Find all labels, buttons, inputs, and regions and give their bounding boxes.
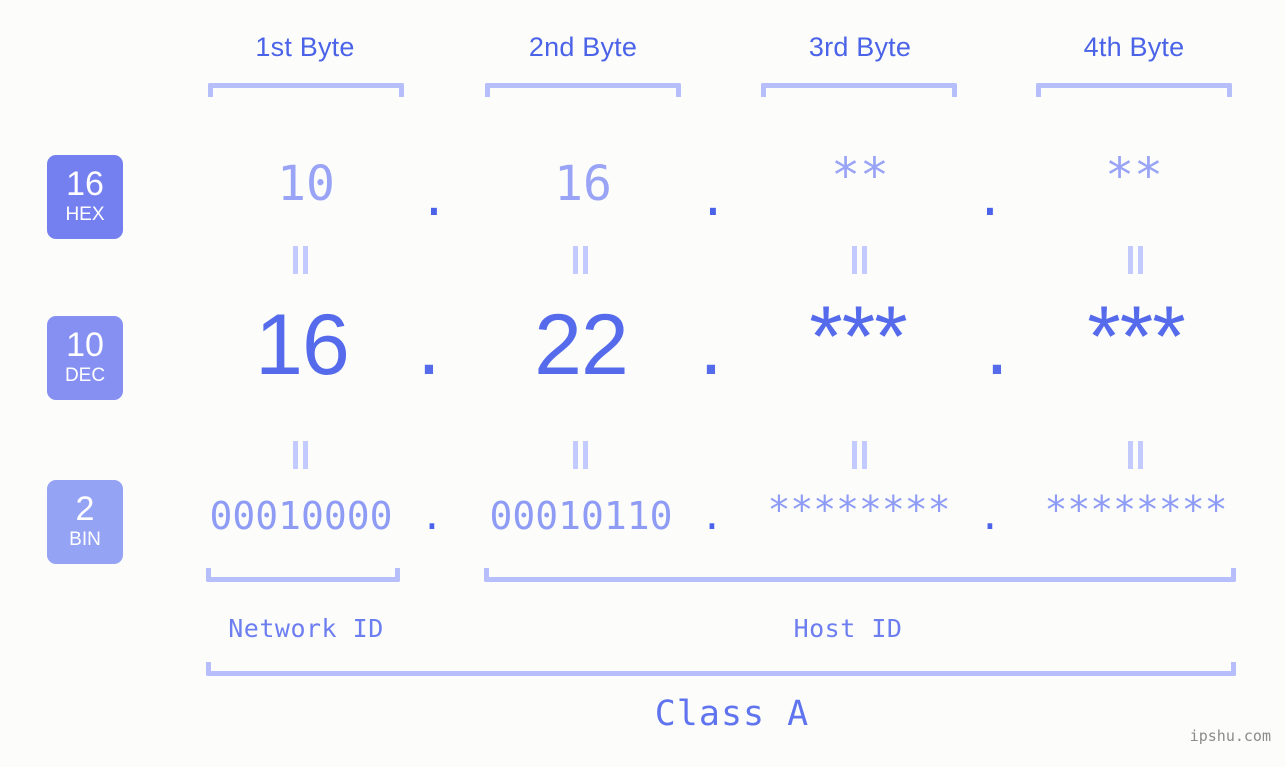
dec-byte-1-value: 16: [255, 297, 350, 393]
bin-separator-3: .: [978, 494, 1002, 538]
byte-header-1: 1st Byte: [255, 32, 355, 62]
byte-header-4: 4th Byte: [1083, 32, 1185, 62]
bin-separator-2: .: [700, 494, 724, 538]
byte-bracket-4: [1036, 83, 1232, 97]
bin-separator-1: .: [420, 494, 444, 538]
base-badge-dec-number: 10: [66, 326, 104, 365]
base-badge-bin-number: 2: [75, 490, 95, 529]
equals-separator-hex-dec-3: [849, 246, 871, 274]
byte-bracket-3: [761, 83, 957, 97]
ip-byte-diagram: 1st Byte 2nd Byte 3rd Byte 4th Byte 16 H…: [0, 0, 1285, 767]
dec-byte-3-value: ***: [809, 289, 907, 385]
equals-separator-dec-bin-1: [290, 441, 312, 469]
base-badge-hex: 16 HEX: [47, 155, 123, 239]
dec-byte-2-value: 22: [534, 297, 629, 393]
dec-separator-1: .: [417, 297, 441, 393]
class-bracket: [206, 662, 1236, 676]
watermark: ipshu.com: [1189, 727, 1271, 745]
equals-separator-dec-bin-4: [1125, 441, 1147, 469]
equals-separator-dec-bin-3: [849, 441, 871, 469]
base-badge-hex-label: HEX: [65, 203, 105, 225]
byte-bracket-1: [208, 83, 404, 97]
base-badge-bin-label: BIN: [69, 528, 101, 550]
network-id-bracket: [206, 568, 400, 582]
hex-byte-4-value: **: [1105, 148, 1163, 204]
byte-bracket-2: [485, 83, 681, 97]
hex-separator-2: .: [698, 171, 728, 227]
bin-byte-4-value: ********: [1044, 488, 1228, 532]
host-id-bracket: [484, 568, 1236, 582]
equals-separator-hex-dec-4: [1125, 246, 1147, 274]
host-id-label: Host ID: [793, 614, 903, 643]
bin-byte-3-value: ********: [767, 488, 951, 532]
base-badge-dec: 10 DEC: [47, 316, 123, 400]
base-badge-hex-number: 16: [66, 165, 104, 204]
hex-byte-1-value: 10: [277, 156, 335, 212]
dec-separator-2: .: [699, 297, 723, 393]
network-id-label: Network ID: [228, 614, 384, 643]
byte-header-2: 2nd Byte: [528, 32, 638, 62]
class-label: Class A: [654, 694, 810, 734]
equals-separator-dec-bin-2: [570, 441, 592, 469]
dec-byte-4-value: ***: [1087, 289, 1185, 385]
hex-byte-2-value: 16: [554, 156, 612, 212]
byte-header-3: 3rd Byte: [808, 32, 912, 62]
hex-separator-1: .: [419, 171, 449, 227]
bin-byte-1-value: 00010000: [209, 494, 393, 538]
hex-byte-3-value: **: [831, 148, 889, 204]
equals-separator-hex-dec-1: [290, 246, 312, 274]
base-badge-bin: 2 BIN: [47, 480, 123, 564]
base-badge-dec-label: DEC: [64, 364, 106, 386]
equals-separator-hex-dec-2: [570, 246, 592, 274]
hex-separator-3: .: [975, 171, 1005, 227]
dec-separator-3: .: [985, 297, 1009, 393]
bin-byte-2-value: 00010110: [489, 494, 673, 538]
